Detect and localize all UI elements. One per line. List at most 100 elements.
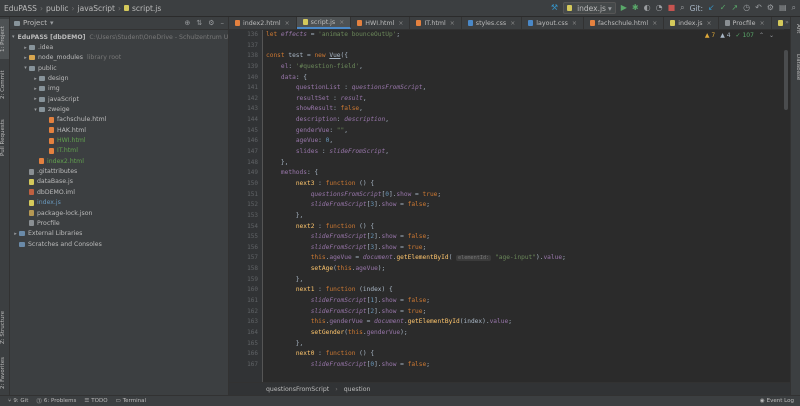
close-icon[interactable]: × [450,20,455,27]
tree-node[interactable]: .gitattributes [10,166,228,176]
project-title[interactable]: Project [23,19,47,27]
tree-node[interactable]: dataBase.js [10,177,228,187]
nav-crumb-file[interactable]: script.js [124,4,161,13]
close-icon[interactable]: × [572,20,577,27]
close-icon[interactable]: × [510,20,515,27]
tree-node[interactable]: Scratches and Consoles [10,239,228,249]
run-icon[interactable]: ▶ [621,4,627,12]
settings-icon[interactable]: ⚙ [767,4,774,12]
editor-tab[interactable]: styles.css × [462,17,523,29]
stop-icon[interactable]: ■ [668,4,676,12]
editor-tab[interactable]: index2.html × [229,17,297,29]
editor-tab[interactable]: script.js × [296,17,352,29]
search-everywhere-icon[interactable]: ⌕ [792,4,796,12]
chevron-right-icon[interactable]: ▸ [22,45,29,51]
tree-node[interactable]: ▸ .idea [10,42,228,52]
breadcrumb-item[interactable]: questionsFromScript [266,386,329,393]
tool-tab-problems[interactable]: ⓵ 6: Problems [36,397,76,405]
layout-icon[interactable]: ▤ [779,4,787,12]
scrollbar-thumb[interactable] [784,50,788,110]
git-push-icon[interactable]: ↗ [731,4,738,12]
tree-node[interactable]: fachschule.html [10,115,228,125]
chevron-right-icon[interactable]: ▸ [32,96,39,102]
tree-node[interactable]: ▸ design [10,73,228,83]
profile-icon[interactable]: ◔ [656,4,663,12]
chevron-right-icon[interactable]: ▸ [12,231,19,237]
tree-node[interactable]: HAK.html [10,125,228,135]
close-icon[interactable]: × [285,20,290,27]
coverage-icon[interactable]: ◐ [644,4,651,12]
collapse-all-icon[interactable]: ⇅ [196,19,202,27]
tree-node[interactable]: ▾ zweige [10,104,228,114]
nav-crumb-project[interactable]: EduPASS [4,4,37,13]
tool-tab-todo[interactable]: ☰ TODO [84,398,107,404]
git-update-icon[interactable]: ↙ [708,4,715,12]
tree-node[interactable]: dbDEMO.iml [10,187,228,197]
editor-tab[interactable]: layout.css × [522,17,584,29]
tree-node[interactable]: ▸ External Libraries [10,229,228,239]
tree-node[interactable]: HWI.html [10,135,228,145]
tree-node[interactable]: ▾ EduPASS [dbDEMO] C:\Users\Student\OneDri… [10,32,228,42]
warnings-count[interactable]: ▲ 7 [705,32,715,39]
event-log-button[interactable]: ◉ Event Log [760,398,800,404]
tree-node[interactable]: ▾ public [10,63,228,73]
close-icon[interactable]: × [652,20,657,27]
editor-tab[interactable]: IT.html × [410,17,462,29]
line-number-gutter[interactable]: 136 137 138 139 140 141 142 143 144 145 146 147 148 1… [229,30,263,382]
nav-crumb-javascript[interactable]: javaScript [78,4,115,13]
editor-tab[interactable]: fachschule.html × [584,17,665,29]
tree-node[interactable]: ▸ javaScript [10,94,228,104]
tree-node[interactable]: ▸ img [10,84,228,94]
tree-node[interactable]: package-lock.json [10,208,228,218]
close-icon[interactable]: × [706,20,711,27]
tree-node[interactable]: ▸ node_modules library root [10,53,228,63]
chevron-right-icon[interactable]: ▸ [32,76,39,82]
editor-tab[interactable]: Procfile × [719,17,772,29]
breadcrumb-item[interactable]: question [344,386,371,393]
git-rollback-icon[interactable]: ↶ [755,4,762,12]
chevron-right-icon[interactable]: ▸ [22,55,29,61]
editor-tab[interactable]: dataBase.js× [772,17,784,29]
tree-node[interactable]: index.js [10,198,228,208]
locate-icon[interactable]: ⊕ [184,19,190,27]
tool-tab-structure[interactable]: Z: Structure [0,307,9,349]
tree-node[interactable]: Procfile [10,218,228,228]
nav-crumb-public[interactable]: public [46,4,69,13]
git-commit-icon[interactable]: ✓ [720,4,727,12]
git-history-icon[interactable]: ◷ [743,4,750,12]
chevron-right-icon[interactable]: ▸ [32,86,39,92]
code-editor[interactable]: 136 137 138 139 140 141 142 143 144 145 146 147 148 1… [229,30,790,382]
editor-tab[interactable]: HWI.html × [351,17,411,29]
tool-tab-terminal[interactable]: ▭ Terminal [116,398,146,404]
code-area[interactable]: let effects = 'animate bounceOutUp'; con… [266,30,778,371]
tool-tab-git[interactable]: ⑂ 9: Git [8,398,28,404]
run-config-select[interactable]: index.js ▾ [563,2,616,14]
inspection-widget[interactable]: ▲ 7 ▲ 4 ✓ 107 ⌃ ⌄ [705,32,774,39]
weak-warnings-count[interactable]: ▲ 4 [720,32,730,39]
gear-icon[interactable]: ⚙ [208,19,214,27]
tool-tab-project[interactable]: 1: Project [0,19,9,59]
tree-node[interactable]: index2.html [10,156,228,166]
search-icon[interactable]: ⌕ [680,4,684,12]
tool-tab-favorites[interactable]: 2: Favorites [0,353,9,393]
tool-tab-commit[interactable]: 2: Commit [0,65,9,105]
editor-scrollbar[interactable] [782,30,790,382]
tool-tab-pull-requests[interactable]: Pull Requests [0,113,9,163]
chevron-down-icon[interactable]: ▾ [32,107,39,113]
chevron-up-icon[interactable]: ⌃ [759,32,764,39]
chevron-down-icon[interactable]: ▾ [12,34,15,40]
debug-icon[interactable]: ✱ [632,4,639,12]
close-icon[interactable]: × [760,20,765,27]
tool-tab-database[interactable]: Database [791,49,800,85]
tool-tab-ant[interactable]: Ant [791,21,800,37]
chevron-down-icon[interactable]: ▾ [50,19,54,27]
hide-icon[interactable]: – [221,19,225,27]
build-hammer-icon[interactable]: ⚒ [551,4,558,12]
chevron-down-icon[interactable]: ▾ [22,65,29,71]
close-icon[interactable]: × [398,20,403,27]
tree-node[interactable]: IT.html [10,146,228,156]
close-icon[interactable]: × [339,19,344,26]
chevron-down-icon[interactable]: ⌄ [769,32,774,39]
editor-tab[interactable]: index.js × [664,17,719,29]
ok-count[interactable]: ✓ 107 [736,32,754,39]
